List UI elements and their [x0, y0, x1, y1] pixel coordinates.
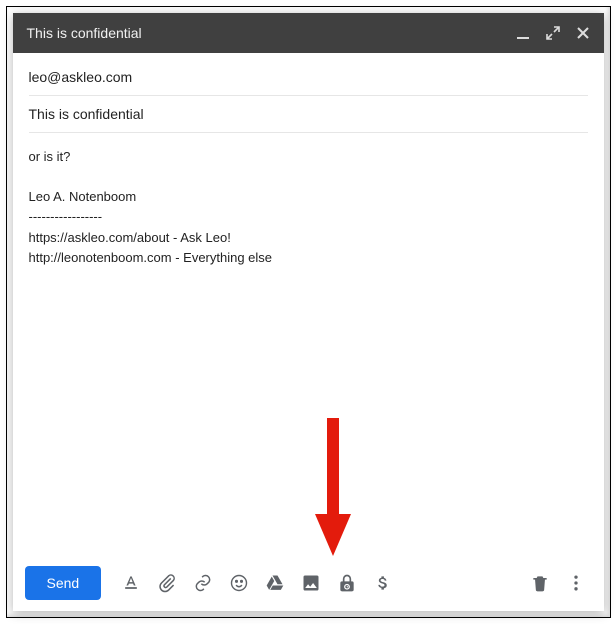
- body-line: http://leonotenboom.com - Everything els…: [29, 248, 588, 268]
- body-line: https://askleo.com/about - Ask Leo!: [29, 228, 588, 248]
- more-options-icon[interactable]: [560, 567, 592, 599]
- discard-icon[interactable]: [524, 567, 556, 599]
- titlebar: This is confidential: [13, 13, 604, 53]
- titlebar-controls: [516, 26, 590, 40]
- attach-icon[interactable]: [151, 567, 183, 599]
- link-icon[interactable]: [187, 567, 219, 599]
- subject-field[interactable]: This is confidential: [29, 96, 588, 133]
- body-line: or is it?: [29, 147, 588, 167]
- bottom-toolbar: Send: [13, 555, 604, 611]
- body-line: [29, 167, 588, 187]
- drive-icon[interactable]: [259, 567, 291, 599]
- message-body[interactable]: or is it? Leo A. Notenboom -------------…: [13, 133, 604, 555]
- money-icon[interactable]: [367, 567, 399, 599]
- close-icon[interactable]: [576, 26, 590, 40]
- formatting-icon[interactable]: [115, 567, 147, 599]
- emoji-icon[interactable]: [223, 567, 255, 599]
- send-button[interactable]: Send: [25, 566, 102, 600]
- window-title: This is confidential: [27, 25, 516, 41]
- header-fields: leo@askleo.com This is confidential: [13, 53, 604, 133]
- expand-icon[interactable]: [546, 26, 560, 40]
- compose-window: This is confidential leo@askleo.com Thi: [13, 13, 604, 611]
- body-line: Leo A. Notenboom: [29, 187, 588, 207]
- confidential-mode-icon[interactable]: [331, 567, 363, 599]
- to-field[interactable]: leo@askleo.com: [29, 59, 588, 96]
- insert-photo-icon[interactable]: [295, 567, 327, 599]
- screenshot-frame: This is confidential leo@askleo.com Thi: [6, 6, 611, 618]
- minimize-icon[interactable]: [516, 26, 530, 40]
- body-line: -----------------: [29, 207, 588, 227]
